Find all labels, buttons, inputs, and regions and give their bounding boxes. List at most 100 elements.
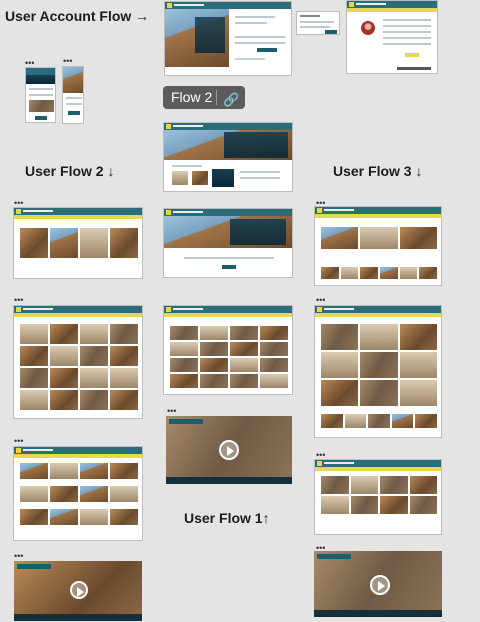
thumbnail[interactable] [20, 463, 48, 479]
thumbnail[interactable] [409, 476, 437, 494]
flow2-video-player-frame[interactable] [166, 416, 292, 484]
thumbnail[interactable] [399, 267, 418, 279]
flow3-topic-grid-frame[interactable] [13, 305, 143, 419]
continue-button[interactable] [222, 265, 236, 269]
thumbnail[interactable] [321, 380, 359, 406]
thumbnail[interactable] [20, 346, 48, 366]
thumbnail[interactable] [50, 509, 78, 525]
thumbnail[interactable] [50, 390, 78, 410]
category-tile[interactable] [50, 228, 78, 258]
mobile-button[interactable] [68, 111, 80, 115]
thumbnail[interactable] [110, 346, 138, 366]
sign-in-button[interactable] [257, 48, 277, 52]
thumbnail[interactable] [20, 390, 48, 410]
thumbnail[interactable] [110, 390, 138, 410]
category-tile[interactable] [399, 227, 437, 249]
more-options-icon[interactable]: ••• [14, 437, 23, 446]
more-options-icon[interactable]: ••• [25, 59, 34, 68]
dialog-button[interactable] [325, 30, 337, 34]
flow2-signin-frame[interactable] [163, 208, 293, 278]
flow-2-chip[interactable]: Flow 2 🔗 [163, 86, 245, 109]
thumbnail[interactable] [321, 414, 343, 428]
video-controls[interactable] [166, 477, 292, 484]
video-controls[interactable] [14, 614, 142, 621]
thumbnail[interactable] [344, 414, 367, 428]
thumbnail[interactable] [50, 346, 78, 366]
thumbnail[interactable] [360, 352, 398, 378]
thumbnail[interactable] [360, 324, 398, 350]
flow1-topic-frame[interactable] [314, 305, 442, 438]
play-icon[interactable] [370, 575, 390, 595]
flow3-categories-frame[interactable] [13, 207, 143, 279]
thumbnail[interactable] [230, 326, 258, 340]
flow1-category-frame[interactable] [314, 206, 442, 286]
account-signin-frame[interactable] [164, 1, 292, 76]
thumbnail[interactable] [20, 324, 48, 344]
thumbnail[interactable] [80, 324, 108, 344]
thumbnail[interactable] [230, 374, 258, 388]
thumbnail[interactable] [399, 324, 437, 350]
thumbnail[interactable] [50, 486, 78, 502]
thumbnail[interactable] [170, 374, 198, 388]
more-options-icon[interactable]: ••• [14, 296, 23, 305]
more-options-icon[interactable]: ••• [316, 296, 325, 305]
thumbnail[interactable] [80, 509, 108, 525]
thumbnail[interactable] [200, 342, 228, 356]
thumbnail[interactable] [260, 326, 288, 340]
thumbnail[interactable] [399, 380, 437, 406]
account-dialog-frame[interactable] [296, 11, 340, 35]
thumbnail[interactable] [321, 267, 339, 279]
thumbnail[interactable] [200, 374, 228, 388]
mobile-screen-1[interactable] [25, 67, 56, 123]
thumbnail[interactable] [321, 476, 349, 494]
thumbnail[interactable] [50, 324, 78, 344]
thumbnail[interactable] [170, 358, 198, 372]
thumbnail[interactable] [50, 463, 78, 479]
thumbnail[interactable] [110, 368, 138, 388]
thumbnail[interactable] [391, 414, 414, 428]
play-icon[interactable] [219, 440, 239, 460]
thumbnail[interactable] [321, 496, 349, 514]
link-icon[interactable]: 🔗 [223, 88, 239, 111]
thumbnail[interactable] [340, 267, 359, 279]
category-tile[interactable] [110, 228, 138, 258]
more-options-icon[interactable]: ••• [63, 57, 72, 66]
thumbnail[interactable] [419, 267, 437, 279]
thumbnail[interactable] [380, 496, 408, 514]
account-profile-frame[interactable] [346, 0, 438, 74]
thumbnail[interactable] [200, 358, 228, 372]
thumbnail[interactable] [260, 374, 288, 388]
thumbnail[interactable] [321, 352, 359, 378]
thumbnail[interactable] [360, 380, 398, 406]
thumbnail[interactable] [80, 368, 108, 388]
thumbnail[interactable] [409, 496, 437, 514]
thumbnail[interactable] [230, 342, 258, 356]
thumbnail[interactable] [380, 476, 408, 494]
thumbnail[interactable] [20, 509, 48, 525]
more-options-icon[interactable]: ••• [316, 451, 325, 460]
thumbnail[interactable] [50, 368, 78, 388]
category-tile[interactable] [80, 228, 108, 258]
thumbnail[interactable] [20, 368, 48, 388]
mobile-button[interactable] [35, 116, 47, 120]
thumbnail[interactable] [379, 267, 398, 279]
flow2-flooring-grid-frame[interactable] [163, 305, 293, 395]
more-options-icon[interactable]: ••• [14, 199, 23, 208]
thumbnail[interactable] [110, 509, 138, 525]
thumbnail[interactable] [368, 414, 390, 428]
more-options-icon[interactable]: ••• [167, 407, 176, 416]
thumbnail[interactable] [170, 342, 198, 356]
more-options-icon[interactable]: ••• [14, 552, 23, 561]
category-tile[interactable] [20, 228, 48, 258]
thumbnail[interactable] [80, 390, 108, 410]
thumbnail[interactable] [80, 486, 108, 502]
thumbnail[interactable] [80, 346, 108, 366]
thumbnail[interactable] [360, 267, 378, 279]
thumbnail[interactable] [200, 326, 228, 340]
flow3-list-frame[interactable] [13, 446, 143, 541]
thumbnail[interactable] [110, 486, 138, 502]
thumbnail[interactable] [230, 358, 258, 372]
thumbnail[interactable] [350, 476, 378, 494]
flow1-video-player-frame[interactable] [314, 551, 442, 617]
video-controls[interactable] [314, 610, 442, 617]
